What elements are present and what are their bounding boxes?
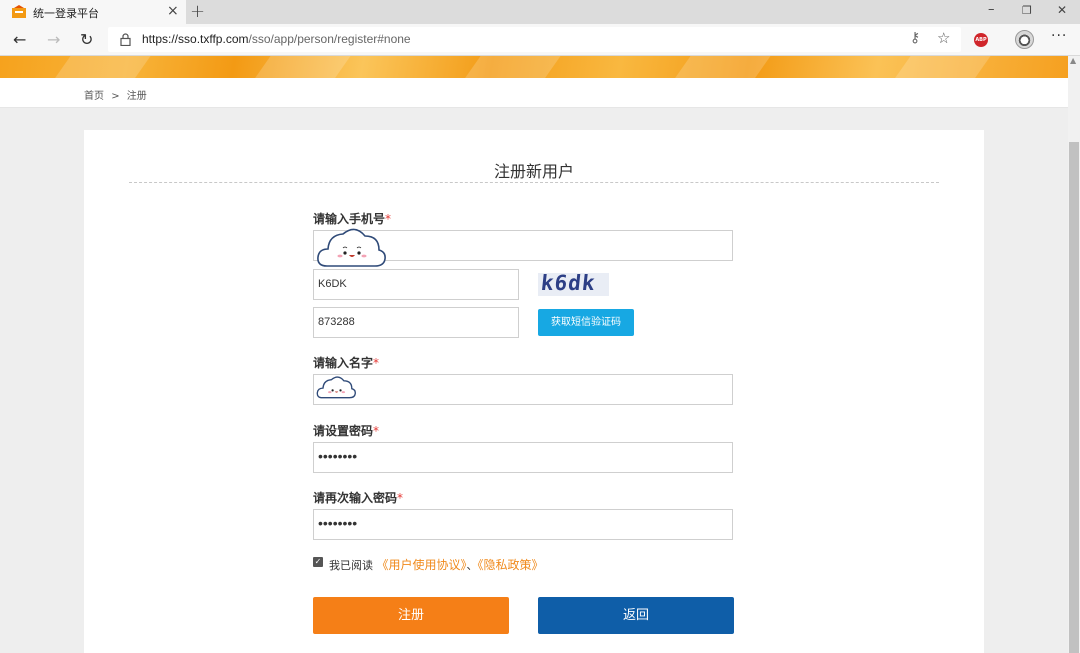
confirm-label-text: 请再次输入密码 [313, 491, 398, 505]
name-label: 请输入名字* [313, 354, 379, 371]
header-banner [0, 56, 1068, 78]
key-icon[interactable]: ⚷ [910, 30, 920, 46]
back-icon[interactable]: ← [13, 30, 26, 49]
breadcrumb-bar: 首页 > 注册 [0, 78, 1068, 108]
confirm-password-input[interactable]: •••••••• [313, 509, 733, 540]
required-mark: * [373, 356, 380, 370]
name-label-text: 请输入名字 [313, 356, 374, 370]
agree-separator: 、 [466, 559, 478, 572]
tab-title: 统一登录平台 [33, 7, 99, 20]
scroll-thumb[interactable] [1069, 142, 1079, 653]
browser-tab-bar: 统一登录平台 × + – ❐ ✕ [0, 0, 1080, 24]
breadcrumb-home[interactable]: 首页 [84, 91, 104, 102]
url-host: https://sso.txffp.com [142, 32, 249, 46]
minimize-icon[interactable]: – [988, 2, 995, 17]
adblock-extension-icon[interactable]: ABP [974, 33, 988, 47]
captcha-image-text: k6dk [539, 273, 597, 295]
get-sms-code-button[interactable]: 获取短信验证码 [538, 309, 634, 336]
breadcrumb: 首页 > 注册 [84, 87, 151, 102]
profile-avatar[interactable] [1015, 30, 1034, 49]
browser-tab[interactable]: 统一登录平台 × [0, 0, 186, 24]
cloud-mascot-icon [317, 228, 386, 267]
user-agreement-link[interactable]: 《用户使用协议》 [377, 558, 467, 572]
window-close-icon[interactable]: ✕ [1057, 3, 1067, 17]
captcha-image[interactable]: k6dk [538, 273, 609, 296]
password-input[interactable]: •••••••• [313, 442, 733, 473]
url-text[interactable]: https://sso.txffp.com/sso/app/person/reg… [142, 32, 411, 46]
tab-close-icon[interactable]: × [167, 3, 179, 19]
required-mark: * [373, 424, 380, 438]
site-favicon-icon [12, 5, 26, 18]
password-label-text: 请设置密码 [313, 424, 374, 438]
register-card: 注册新用户 请输入手机号* K6DK k6dk 873288 获取短信验证码 请… [84, 130, 984, 653]
breadcrumb-current: 注册 [126, 91, 147, 102]
sms-code-input[interactable]: 873288 [313, 307, 519, 338]
more-menu-icon[interactable]: ··· [1051, 28, 1067, 44]
agree-checkbox[interactable]: ✓ [313, 557, 323, 567]
restore-icon[interactable]: ❐ [1022, 4, 1032, 17]
privacy-policy-link[interactable]: 《隐私政策》 [478, 558, 544, 572]
required-mark: * [397, 491, 404, 505]
forward-icon[interactable]: → [47, 30, 60, 49]
register-button[interactable]: 注册 [313, 597, 509, 634]
new-tab-icon[interactable]: + [190, 1, 205, 22]
page-scrollbar[interactable]: ▲ [1068, 56, 1080, 653]
url-path: /sso/app/person/register#none [248, 32, 411, 46]
browser-toolbar: ← → ↻ https://sso.txffp.com/sso/app/pers… [0, 24, 1080, 56]
agree-prefix: 我已阅读 [329, 559, 373, 572]
address-bar[interactable]: https://sso.txffp.com/sso/app/person/reg… [108, 27, 961, 52]
password-label: 请设置密码* [313, 422, 379, 439]
title-divider [129, 182, 939, 183]
agreement-text: 我已阅读 《用户使用协议》、《隐私政策》 [329, 556, 544, 573]
scroll-up-arrow-icon[interactable]: ▲ [1070, 56, 1076, 65]
breadcrumb-separator: > [111, 91, 120, 102]
page-title: 注册新用户 [493, 162, 574, 181]
captcha-input[interactable]: K6DK [313, 269, 519, 300]
lock-icon [120, 33, 131, 46]
favorite-star-icon[interactable]: ☆ [937, 29, 950, 47]
confirm-password-label: 请再次输入密码* [313, 489, 403, 506]
back-button[interactable]: 返回 [538, 597, 734, 634]
name-input[interactable] [313, 374, 733, 405]
refresh-icon[interactable]: ↻ [80, 30, 93, 49]
cloud-mascot-small-icon [316, 376, 356, 399]
